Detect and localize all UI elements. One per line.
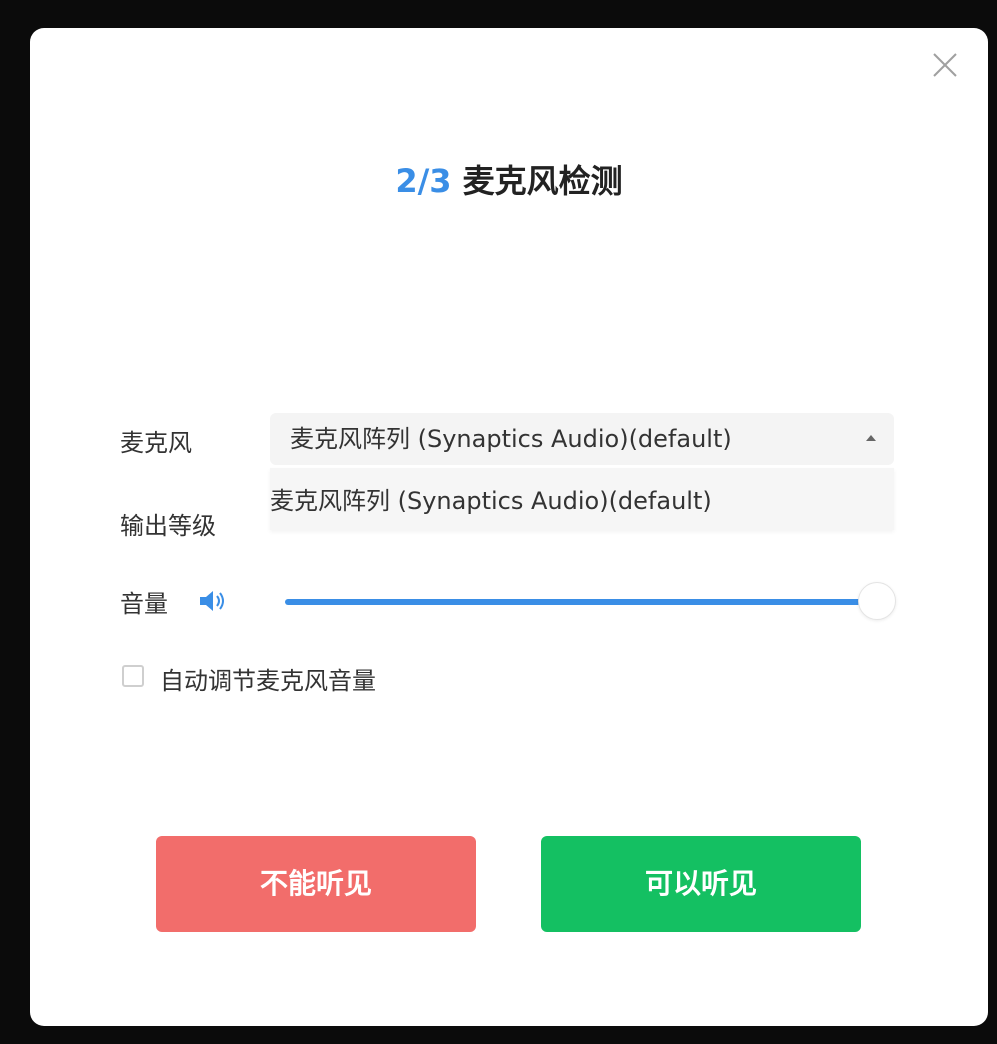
mic-label: 麦克风	[120, 429, 192, 457]
step-indicator: 2/3	[395, 162, 452, 200]
title-text: 麦克风检测	[462, 162, 623, 200]
output-level-label: 输出等级	[120, 512, 216, 540]
speaker-icon	[197, 588, 227, 614]
auto-adjust-checkbox[interactable]	[122, 665, 144, 687]
volume-slider-track[interactable]	[285, 599, 877, 605]
can-hear-button[interactable]: 可以听见	[541, 836, 861, 932]
mic-select-value: 麦克风阵列 (Synaptics Audio)(default)	[290, 425, 732, 453]
mic-dropdown: 麦克风阵列 (Synaptics Audio)(default)	[270, 468, 894, 530]
volume-label: 音量	[120, 590, 168, 618]
caret-up-icon	[866, 435, 876, 441]
close-icon[interactable]	[930, 50, 960, 80]
mic-option[interactable]: 麦克风阵列 (Synaptics Audio)(default)	[270, 468, 894, 530]
dialog-title: 2/3 麦克风检测	[30, 156, 988, 202]
mic-select[interactable]: 麦克风阵列 (Synaptics Audio)(default)	[270, 413, 894, 465]
mic-test-dialog: 2/3 麦克风检测 麦克风 麦克风阵列 (Synaptics Audio)(de…	[30, 28, 988, 1026]
cannot-hear-button[interactable]: 不能听见	[156, 836, 476, 932]
auto-adjust-label: 自动调节麦克风音量	[160, 667, 376, 695]
volume-slider-thumb[interactable]	[858, 582, 896, 620]
